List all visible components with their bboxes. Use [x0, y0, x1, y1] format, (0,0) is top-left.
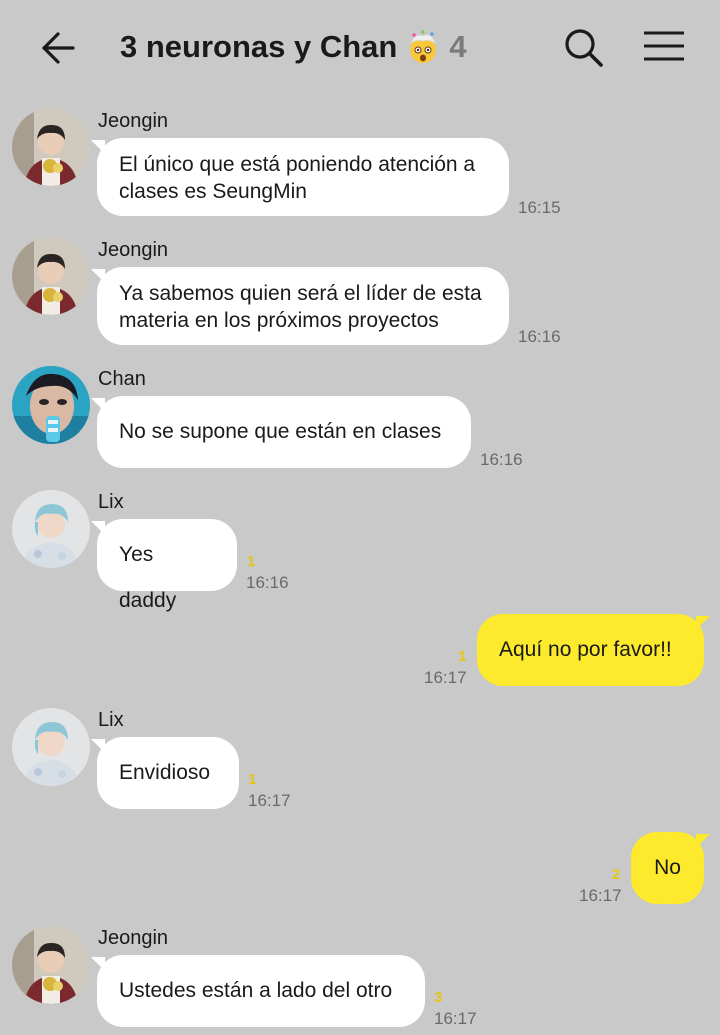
message-time: 16:16 [246, 573, 289, 592]
message-bubble[interactable]: El único que está poniendo atención a cl… [91, 138, 509, 216]
avatar-image [12, 366, 90, 444]
message-text-line: Ustedes están a lado del otro [119, 979, 393, 1002]
message-text-line: clases es SeungMin [119, 180, 307, 203]
sender-name: Lix [98, 491, 124, 513]
sender-name: Jeongin [98, 239, 169, 261]
search-button[interactable] [562, 26, 606, 70]
avatar-lix[interactable] [12, 490, 90, 568]
message-time: 16:17 [434, 1009, 477, 1028]
message-text-line: Envidioso [119, 761, 211, 784]
back-button[interactable] [36, 26, 80, 70]
message-text-line: materia en los próximos proyectos [119, 309, 439, 332]
back-arrow-icon [42, 32, 75, 64]
message-text-line: Aquí no por favor!! [499, 638, 672, 661]
message-time: 16:16 [480, 450, 523, 469]
message-time: 16:17 [424, 668, 467, 687]
my-message-bubble[interactable]: No [631, 832, 710, 904]
avatar-image [12, 926, 90, 1004]
sender-name: Chan [98, 368, 146, 390]
avatar-image [12, 490, 90, 568]
hamburger-menu-icon [644, 31, 684, 61]
message-time: 16:16 [518, 327, 561, 346]
unread-count: 1 [458, 648, 467, 665]
sender-name: Lix [98, 709, 124, 731]
message-time: 16:15 [518, 198, 561, 217]
avatar-lix[interactable] [12, 708, 90, 786]
unread-count: 1 [248, 771, 257, 788]
chat-header: 3 neuronas y Chan 4 [0, 0, 720, 92]
avatar-jeongin[interactable] [12, 926, 90, 1004]
message-time: 16:17 [248, 791, 291, 810]
message-text-line: Ya sabemos quien será el líder de esta [119, 282, 482, 305]
member-count: 4 [449, 29, 467, 64]
chat-title[interactable]: 3 neuronas y Chan 4 [120, 29, 467, 65]
message-bubble[interactable]: Ustedes están a lado del otro [91, 955, 425, 1027]
message-time: 16:17 [579, 886, 622, 905]
avatar-jeongin[interactable] [12, 237, 90, 315]
exploding-head-emoji [410, 30, 437, 63]
message-text-line: Yes daddy [119, 543, 177, 612]
message-text-line: No se supone que están en clases [119, 420, 442, 443]
message-bubble[interactable]: No se supone que están en clases [91, 396, 471, 468]
sender-name: Jeongin [98, 110, 169, 132]
unread-count: 3 [434, 989, 443, 1006]
message-text-line: No [654, 856, 681, 879]
avatar-chan[interactable] [12, 366, 90, 444]
avatar-image [12, 237, 90, 315]
my-message-bubble[interactable]: Aquí no por favor!! [477, 614, 710, 686]
unread-count: 2 [612, 866, 621, 883]
message-bubble[interactable]: Envidioso [91, 737, 239, 809]
menu-button[interactable] [640, 26, 688, 70]
search-icon [565, 29, 603, 67]
avatar-image [12, 708, 90, 786]
message-bubble[interactable]: Ya sabemos quien será el líder de esta m… [91, 267, 509, 345]
sender-name: Jeongin [98, 927, 169, 949]
message-bubble[interactable]: Yes daddy [91, 519, 237, 612]
unread-count: 1 [247, 553, 256, 570]
chat-title-text: 3 neuronas y Chan [120, 29, 398, 64]
avatar-image [12, 108, 90, 186]
message-text-line: El único que está poniendo atención a [119, 153, 476, 176]
avatar-jeongin[interactable] [12, 108, 90, 186]
